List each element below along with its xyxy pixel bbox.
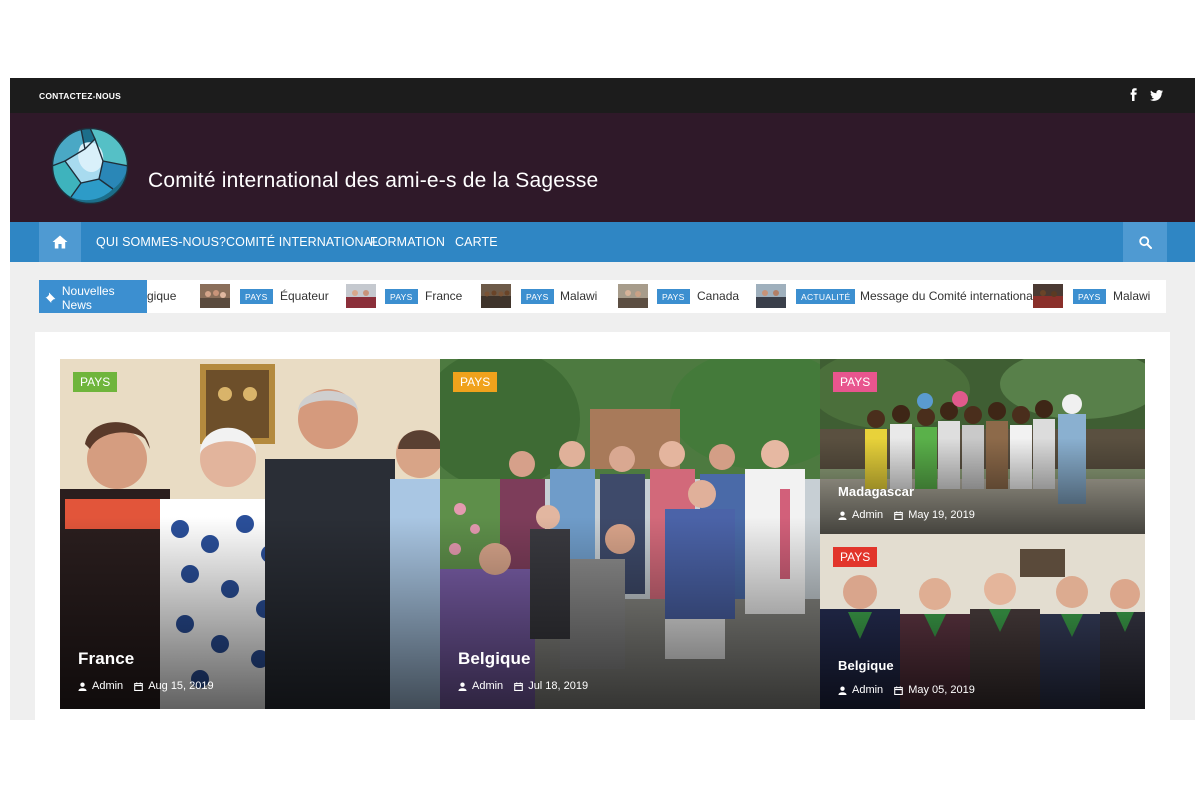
ticker-label: Nouvelles News bbox=[39, 280, 147, 313]
ticker-item-text[interactable]: Malawi bbox=[1113, 289, 1150, 303]
category-badge[interactable]: PAYS bbox=[453, 372, 498, 392]
post-date: May 19, 2019 bbox=[908, 509, 975, 521]
post-meta: Admin May 05, 2019 bbox=[838, 684, 975, 696]
post-tile-madagascar[interactable]: PAYS Madagascar Admin May 19, 2019 bbox=[820, 359, 1145, 534]
post-title[interactable]: Belgique bbox=[838, 658, 894, 673]
site-title[interactable]: Comité international des ami-e-s de la S… bbox=[148, 169, 598, 193]
user-icon bbox=[838, 686, 847, 695]
ticker-badge[interactable]: PAYS bbox=[240, 289, 273, 304]
home-icon bbox=[52, 235, 68, 249]
post-meta: Admin Jul 18, 2019 bbox=[458, 680, 588, 692]
ticker-label-text: Nouvelles News bbox=[61, 283, 115, 312]
ticker-badge[interactable]: PAYS bbox=[657, 289, 690, 304]
post-author[interactable]: Admin bbox=[92, 680, 123, 692]
nav-item-carte[interactable]: CARTE bbox=[455, 235, 498, 249]
ticker-item-text[interactable]: France bbox=[425, 289, 462, 303]
page-frame: CONTACTEZ-NOUS Comité international des … bbox=[10, 78, 1195, 720]
site-header: Comité international des ami-e-s de la S… bbox=[10, 113, 1195, 222]
nav-item-formation[interactable]: FORMATION bbox=[370, 235, 445, 249]
post-meta: Admin May 19, 2019 bbox=[838, 509, 975, 521]
ticker-item-text[interactable]: Message du Comité international bbox=[860, 289, 1035, 303]
calendar-icon bbox=[514, 681, 524, 691]
search-icon bbox=[1138, 235, 1152, 249]
ticker-badge[interactable]: PAYS bbox=[1073, 289, 1106, 304]
calendar-icon bbox=[134, 681, 144, 691]
post-title[interactable]: France bbox=[78, 649, 134, 669]
post-title[interactable]: Madagascar bbox=[838, 484, 914, 499]
post-date: May 05, 2019 bbox=[908, 684, 975, 696]
ticker-thumbnail[interactable] bbox=[756, 284, 786, 308]
user-icon bbox=[458, 682, 467, 691]
user-icon bbox=[838, 511, 847, 520]
ticker-thumbnail[interactable] bbox=[481, 284, 511, 308]
category-badge[interactable]: PAYS bbox=[833, 372, 878, 392]
top-bar: CONTACTEZ-NOUS bbox=[10, 78, 1195, 113]
facebook-icon[interactable] bbox=[1127, 88, 1141, 102]
calendar-icon bbox=[894, 685, 904, 695]
search-button[interactable] bbox=[1123, 222, 1167, 262]
ticker-badge[interactable]: PAYS bbox=[385, 289, 418, 304]
ticker-thumbnail[interactable] bbox=[618, 284, 648, 308]
pin-icon bbox=[45, 292, 56, 303]
post-date: Jul 18, 2019 bbox=[528, 680, 589, 692]
post-tile-belgique[interactable]: PAYS Belgique Admin Jul 18, 2019 bbox=[440, 359, 820, 709]
ticker-thumbnail[interactable] bbox=[200, 284, 230, 308]
ticker-item-text[interactable]: Malawi bbox=[560, 289, 597, 303]
post-meta: Admin Aug 15, 2019 bbox=[78, 680, 214, 692]
post-tile-france[interactable]: PAYS France Admin Aug 15, 2019 bbox=[60, 359, 440, 709]
nav-item-qui-sommes-nous[interactable]: QUI SOMMES-NOUS? bbox=[96, 235, 226, 249]
ticker-item-text[interactable]: Canada bbox=[697, 289, 739, 303]
category-badge[interactable]: PAYS bbox=[73, 372, 118, 392]
post-author[interactable]: Admin bbox=[852, 509, 883, 521]
ticker-item-text[interactable]: Équateur bbox=[280, 289, 329, 303]
category-badge[interactable]: PAYS bbox=[833, 547, 878, 567]
ticker-thumbnail[interactable] bbox=[346, 284, 376, 308]
post-tile-belgique-2[interactable]: PAYS Belgique Admin May 05, 2019 bbox=[820, 534, 1145, 709]
calendar-icon bbox=[894, 510, 904, 520]
post-author[interactable]: Admin bbox=[852, 684, 883, 696]
ticker-item-text[interactable]: gique bbox=[147, 289, 176, 303]
home-button[interactable] bbox=[39, 222, 81, 262]
nav-item-comite-international[interactable]: COMITÉ INTERNATIONAL bbox=[226, 235, 379, 249]
post-author[interactable]: Admin bbox=[472, 680, 503, 692]
contact-link[interactable]: CONTACTEZ-NOUS bbox=[39, 91, 121, 101]
ticker-badge[interactable]: PAYS bbox=[521, 289, 554, 304]
user-icon bbox=[78, 682, 87, 691]
main-nav: QUI SOMMES-NOUS? COMITÉ INTERNATIONAL FO… bbox=[10, 222, 1195, 262]
post-date: Aug 15, 2019 bbox=[148, 680, 214, 692]
logo-icon[interactable] bbox=[51, 127, 129, 205]
news-ticker: Nouvelles News gique PAYS Équateur PAYS … bbox=[39, 280, 1166, 313]
ticker-badge[interactable]: ACTUALITÉ bbox=[796, 289, 856, 304]
twitter-icon[interactable] bbox=[1150, 88, 1164, 102]
post-title[interactable]: Belgique bbox=[458, 649, 531, 669]
ticker-thumbnail[interactable] bbox=[1033, 284, 1063, 308]
featured-posts: PAYS France Admin Aug 15, 2019 PAYS Belg… bbox=[35, 332, 1170, 720]
